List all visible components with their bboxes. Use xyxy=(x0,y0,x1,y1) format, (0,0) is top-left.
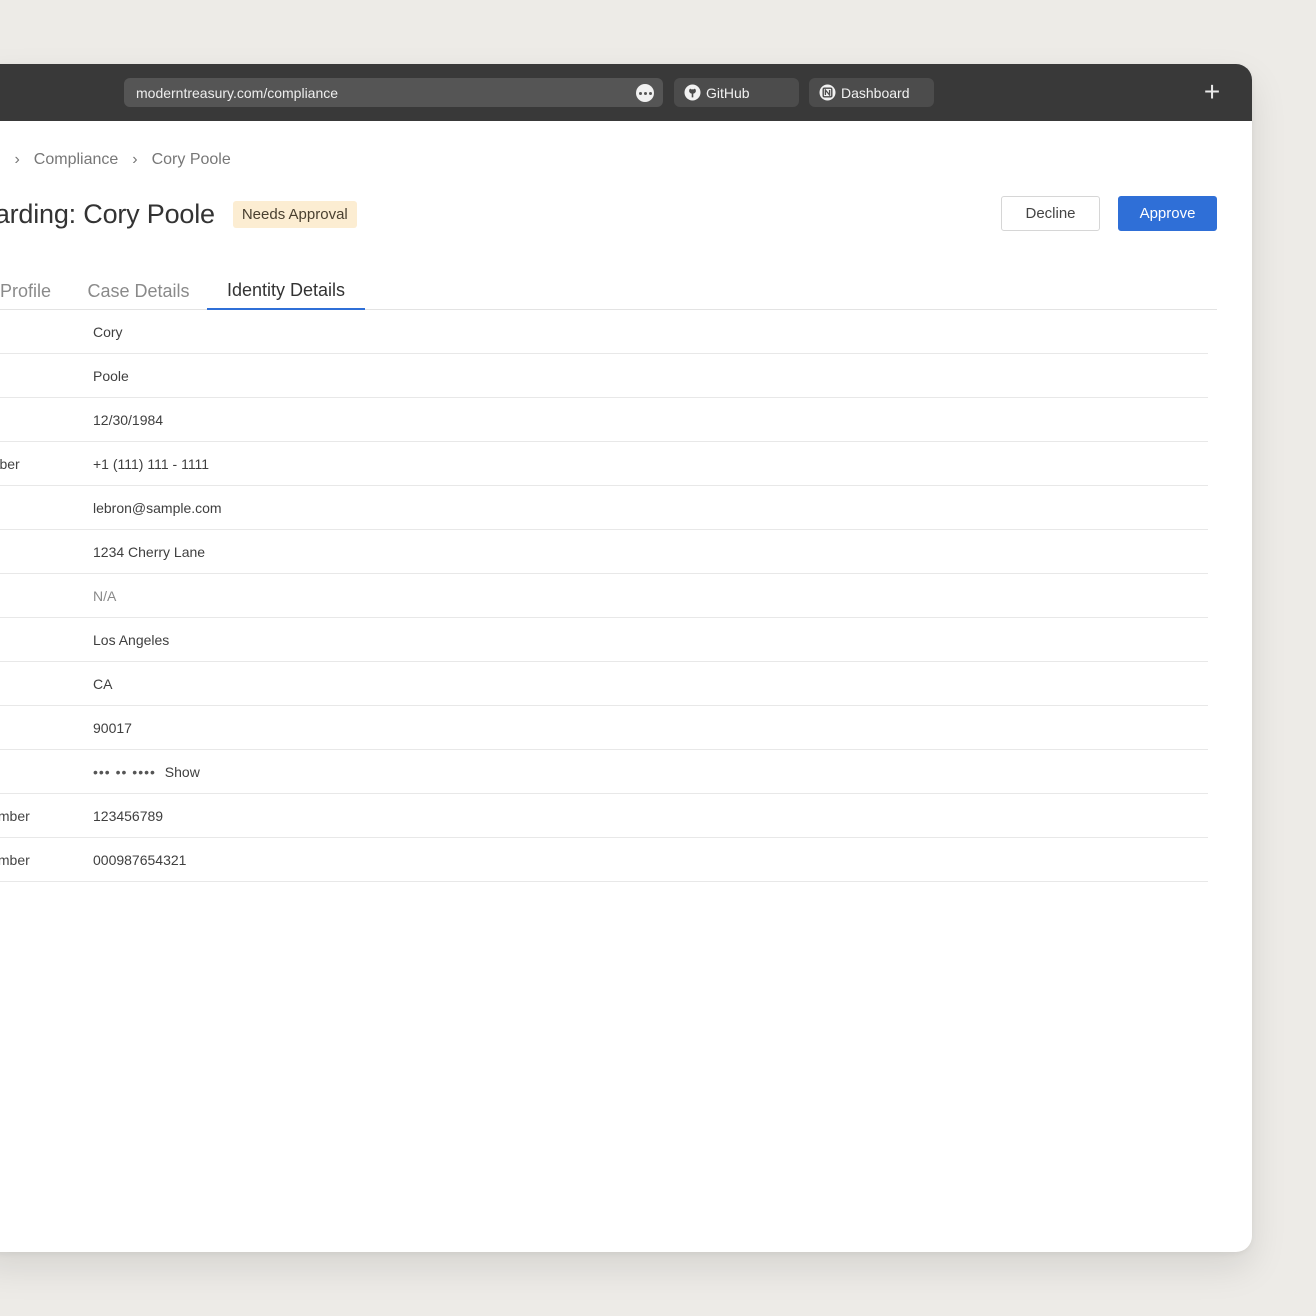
breadcrumb: als › Compliance › Cory Poole xyxy=(0,150,231,170)
breadcrumb-item-compliance[interactable]: Compliance xyxy=(34,151,118,169)
detail-value: 12/30/1984 xyxy=(93,411,164,428)
detail-row: 1234 Cherry Lane xyxy=(0,530,1208,574)
detail-label: umber xyxy=(0,455,20,472)
address-bar[interactable]: moderntreasury.com/compliance xyxy=(124,78,663,107)
browser-toolbar: moderntreasury.com/compliance GitHub Das… xyxy=(0,64,1252,121)
browser-window: moderntreasury.com/compliance GitHub Das… xyxy=(0,64,1252,1252)
identity-details-list: ne Cory ne Poole e 12/30/1984 umber +1 (… xyxy=(0,310,1208,882)
detail-value: 000987654321 xyxy=(93,851,187,868)
more-icon[interactable] xyxy=(636,84,654,102)
detail-label: ne xyxy=(0,324,93,340)
detail-row: 90017 xyxy=(0,706,1208,750)
detail-value: 1234 Cherry Lane xyxy=(93,543,206,560)
bookmark-github-label: GitHub xyxy=(706,84,750,101)
bookmark-dashboard-label: Dashboard xyxy=(841,84,910,101)
detail-value: N/A xyxy=(93,587,117,604)
tab-identity-details[interactable]: Identity Details xyxy=(207,272,365,310)
notion-icon xyxy=(819,84,836,101)
approve-button[interactable]: Approve xyxy=(1118,196,1217,231)
chevron-right-icon: › xyxy=(14,151,20,168)
detail-value: 123456789 xyxy=(93,807,164,824)
detail-value: Poole xyxy=(93,367,129,384)
tab-case-details[interactable]: Case Details xyxy=(80,272,197,310)
new-tab-icon[interactable]: + xyxy=(1200,77,1224,107)
detail-value: Cory xyxy=(93,323,123,340)
detail-label: Number xyxy=(0,851,30,868)
detail-row: e 12/30/1984 xyxy=(0,398,1208,442)
detail-value: Los Angeles xyxy=(93,631,170,648)
detail-label: 2 xyxy=(0,588,93,604)
detail-row: Number 000987654321 xyxy=(0,838,1208,882)
detail-row: Number 123456789 xyxy=(0,794,1208,838)
detail-row: ••• •• •••• Show xyxy=(0,750,1208,794)
detail-value: lebron@sample.com xyxy=(93,499,222,516)
chevron-right-icon: › xyxy=(132,151,138,168)
detail-value: 90017 xyxy=(93,719,132,736)
masked-value: ••• •• •••• xyxy=(93,763,156,780)
breadcrumb-item-current: Cory Poole xyxy=(151,151,231,168)
detail-row: Los Angeles xyxy=(0,618,1208,662)
detail-label: ne xyxy=(0,368,93,384)
detail-value: CA xyxy=(93,675,113,692)
detail-row: CA xyxy=(0,662,1208,706)
github-icon xyxy=(684,84,701,101)
detail-value-masked: ••• •• •••• Show xyxy=(93,764,200,780)
decline-button[interactable]: Decline xyxy=(1001,196,1100,231)
detail-row: ne Poole xyxy=(0,354,1208,398)
detail-row: lebron@sample.com xyxy=(0,486,1208,530)
status-badge: Needs Approval xyxy=(232,200,357,228)
tab-bar: Profile Case Details Identity Details xyxy=(0,272,1217,310)
detail-value: +1 (111) 111 - 1111 xyxy=(93,455,210,472)
detail-label: Number xyxy=(0,807,30,824)
page-title: oarding: Cory Poole xyxy=(0,198,215,229)
tab-profile[interactable]: Profile xyxy=(0,272,70,310)
detail-row: umber +1 (111) 111 - 1111 xyxy=(0,442,1208,486)
bookmark-dashboard[interactable]: Dashboard xyxy=(809,78,934,107)
detail-label: e xyxy=(0,412,93,428)
page-header: oarding: Cory Poole Needs Approval xyxy=(0,194,357,234)
address-bar-url: moderntreasury.com/compliance xyxy=(136,84,339,101)
detail-row: ne Cory xyxy=(0,310,1208,354)
show-button[interactable]: Show xyxy=(165,764,200,780)
bookmark-github[interactable]: GitHub xyxy=(674,78,799,107)
detail-row: 2 N/A xyxy=(0,574,1208,618)
